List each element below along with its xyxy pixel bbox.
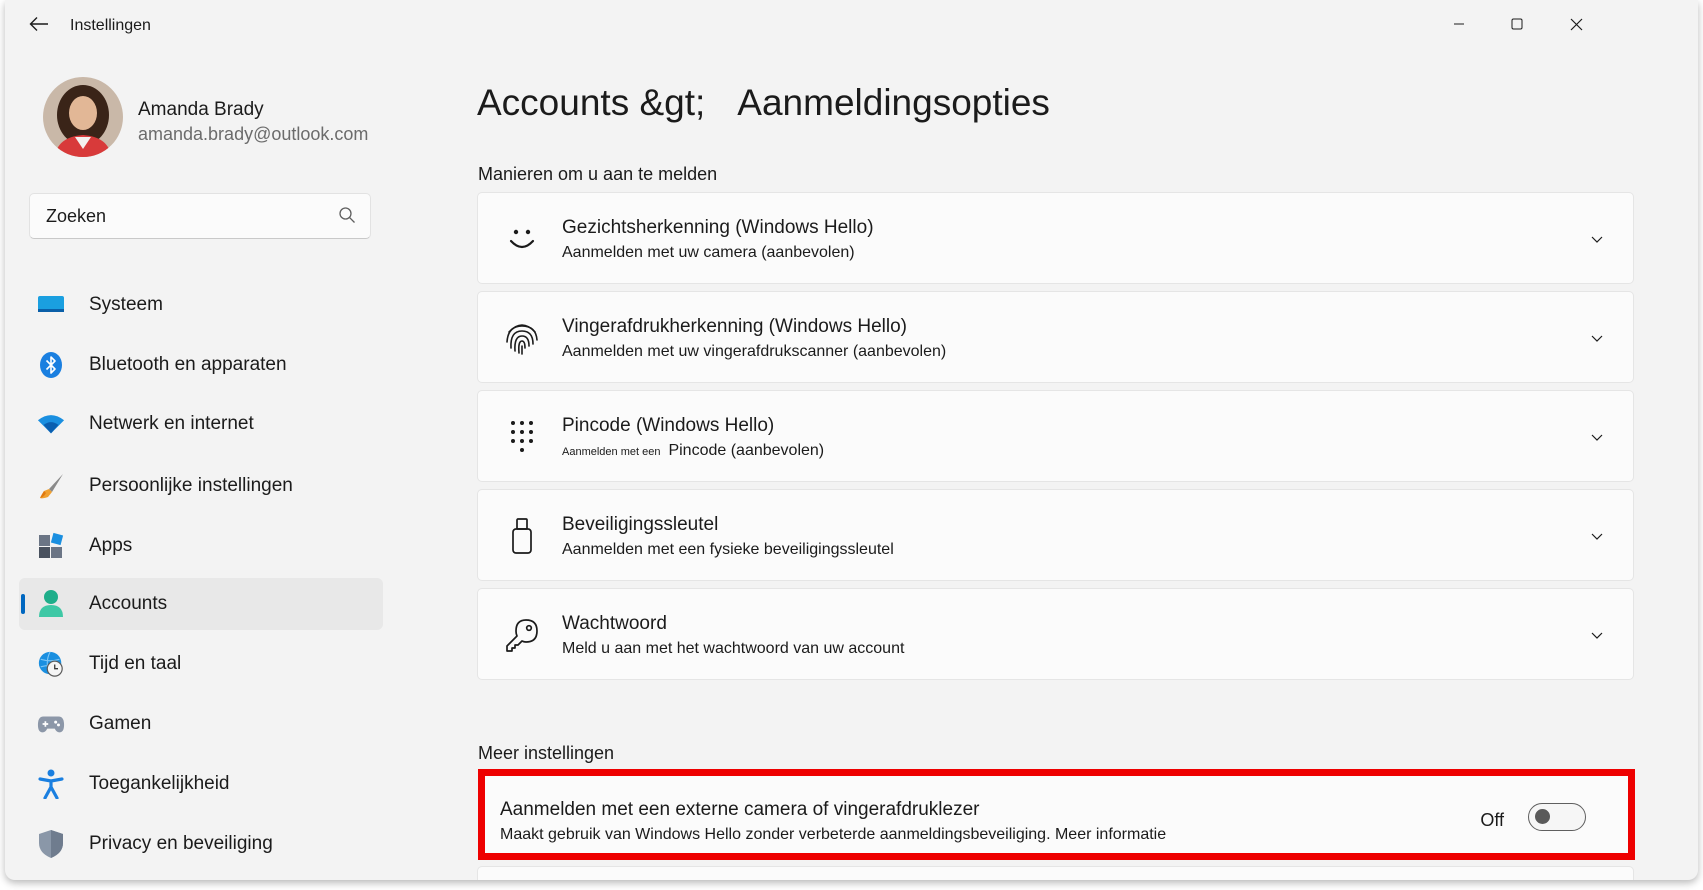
toggle-knob [1535,809,1550,824]
section-header-more: Meer instellingen [478,743,615,763]
accounts-icon [37,590,65,618]
signin-option-face[interactable]: Gezichtsherkenning (Windows Hello) Aanme… [477,192,1634,284]
sidebar-item-label: Accounts [89,593,168,614]
minimize-icon [1454,23,1464,25]
chevron-down-icon[interactable] [1589,429,1605,445]
external-signin-setting: Aanmelden met een externe camera of ving… [478,769,1635,860]
accessibility-icon [37,769,65,799]
close-icon [1570,18,1582,30]
maximize-icon [1511,18,1523,30]
option-subtitle: Aanmelden met uw camera (aanbevolen) [562,244,855,261]
option-title: Gezichtsherkenning (Windows Hello) [562,217,874,238]
globe-clock-icon [37,650,65,678]
option-title: Pincode (Windows Hello) [562,415,775,436]
option-subtitle: Aanmelden met een Pincode (aanbevolen) [562,442,824,460]
next-setting-card [477,866,1634,880]
toggle-state-label: Off [1480,810,1504,830]
pin-keypad-icon [504,419,540,455]
option-subtitle-main: Pincode (aanbevolen) [668,442,825,459]
sidebar-item-label: Toegankelijkheid [89,773,230,794]
sidebar-item-persoonlijk[interactable]: Persoonlijke instellingen [19,460,383,512]
minimize-button[interactable] [1439,10,1479,38]
setting-description: Maakt gebruik van Windows Hello zonder v… [500,826,1167,843]
fingerprint-icon [504,320,540,356]
sidebar-item-toegankelijkheid[interactable]: Toegankelijkheid [19,758,383,810]
search-icon[interactable] [338,206,356,229]
sidebar-item-tijd-taal[interactable]: Tijd en taal [19,638,383,690]
sidebar-item-label: Gamen [89,713,152,734]
sidebar-item-label: Tijd en taal [89,653,182,674]
wifi-icon [37,410,65,438]
maximize-button[interactable] [1497,10,1537,38]
sidebar-item-bluetooth[interactable]: Bluetooth en apparaten [19,339,383,391]
sidebar-item-netwerk[interactable]: Netwerk en internet [19,398,383,450]
sidebar-item-label: Privacy en beveiliging [89,833,273,854]
close-button[interactable] [1556,10,1596,38]
apps-icon [37,532,65,560]
sidebar-item-label: Persoonlijke instellingen [89,475,293,496]
external-signin-toggle[interactable] [1528,803,1586,831]
option-title: Vingerafdrukherkenning (Windows Hello) [562,316,907,337]
search-box[interactable] [29,193,371,239]
sidebar-item-gamen[interactable]: Gamen [19,698,383,750]
shield-icon [37,830,65,858]
back-button[interactable] [23,12,55,36]
face-icon [504,221,540,257]
chevron-down-icon[interactable] [1589,231,1605,247]
chevron-down-icon[interactable] [1589,627,1605,643]
option-subtitle: Aanmelden met een fysieke beveiligingssl… [562,541,894,558]
avatar[interactable] [43,77,123,157]
setting-title: Aanmelden met een externe camera of ving… [500,799,980,820]
option-subtitle-small: Aanmelden met een [562,446,661,458]
chevron-down-icon[interactable] [1589,330,1605,346]
sidebar-item-systeem[interactable]: Systeem [19,279,383,331]
key-icon [504,617,540,653]
avatar-photo-icon [43,77,123,157]
sidebar-item-label: Bluetooth en apparaten [89,354,287,375]
chevron-down-icon[interactable] [1589,528,1605,544]
signin-option-pin[interactable]: Pincode (Windows Hello) Aanmelden met ee… [477,390,1634,482]
search-input[interactable] [46,204,326,228]
signin-option-password[interactable]: Wachtwoord Meld u aan met het wachtwoord… [477,588,1634,680]
signin-option-fingerprint[interactable]: Vingerafdrukherkenning (Windows Hello) A… [477,291,1634,383]
usb-key-icon [504,518,540,554]
option-title: Wachtwoord [562,613,667,634]
option-title: Beveiligingssleutel [562,514,719,535]
user-email: amanda.brady@outlook.com [138,124,369,144]
option-subtitle: Meld u aan met het wachtwoord van uw acc… [562,640,905,657]
section-header-signin: Manieren om u aan te melden [478,164,718,184]
sidebar-item-label: Apps [89,535,133,556]
gamepad-icon [37,710,65,738]
breadcrumb-current: Aanmeldingsopties [737,82,1050,123]
app-title: Instellingen [70,17,151,34]
sidebar-item-label: Netwerk en internet [89,413,254,434]
sidebar-item-accounts[interactable]: Accounts [19,578,383,630]
sidebar-item-apps[interactable]: Apps [19,520,383,572]
bluetooth-icon [37,351,65,379]
title-bar: Instellingen [5,0,1698,48]
signin-option-security-key[interactable]: Beveiligingssleutel Aanmelden met een fy… [477,489,1634,581]
settings-window: Instellingen Amanda Brady amanda.brady@o… [5,0,1698,880]
back-arrow-icon [29,17,48,31]
option-subtitle: Aanmelden met uw vingerafdrukscanner (aa… [562,343,947,360]
sidebar-item-privacy[interactable]: Privacy en beveiliging [19,818,383,870]
paintbrush-icon [37,472,65,500]
page-title: Accounts &gt; Aanmeldingsopties [477,82,1050,124]
user-name: Amanda Brady [138,99,264,120]
breadcrumb-parent[interactable]: Accounts &gt; [477,82,705,123]
system-icon [37,291,65,319]
selection-indicator [21,594,25,614]
sidebar-item-label: Systeem [89,294,163,315]
